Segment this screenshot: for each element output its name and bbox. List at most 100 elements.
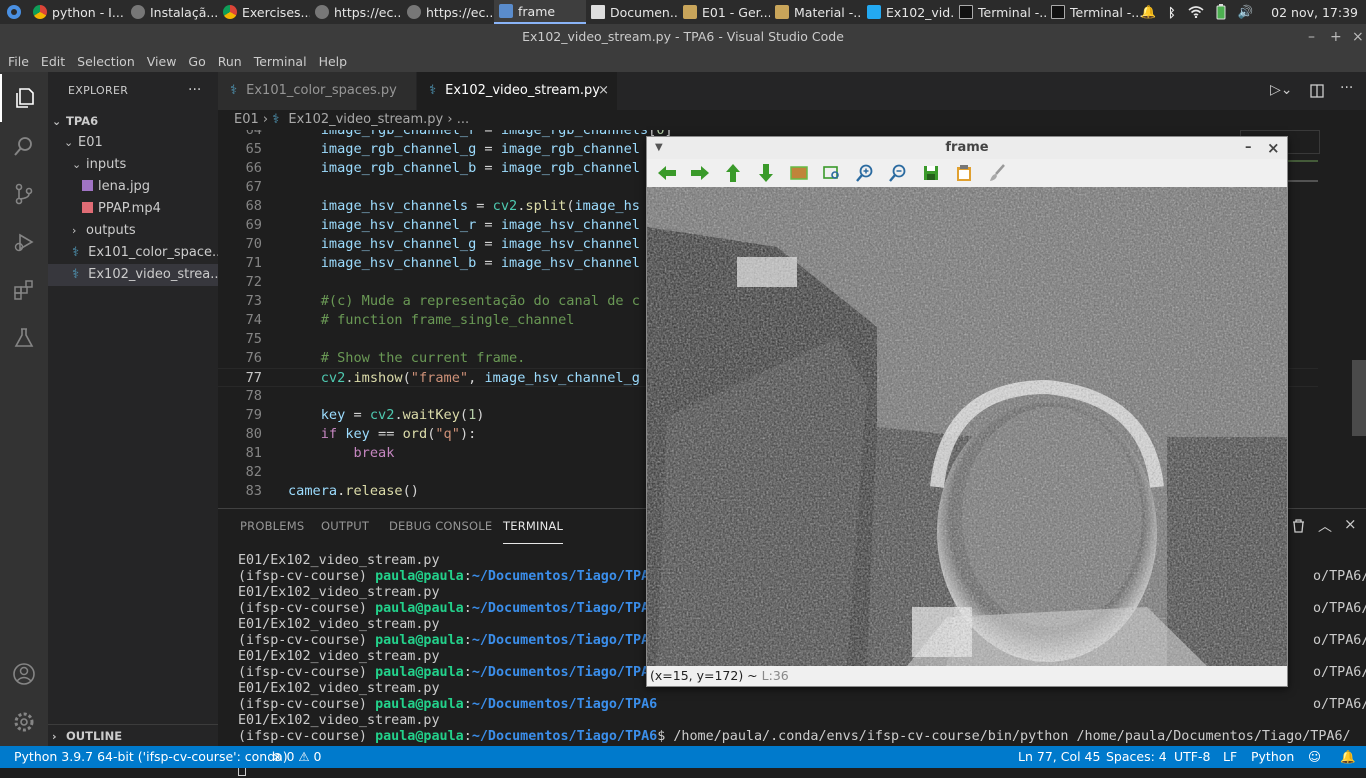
- minimize-icon[interactable]: –: [1245, 137, 1252, 159]
- tree-label: inputs: [86, 157, 127, 172]
- terminal-line: (ifsp-cv-course) paula@paula:~/Documento…: [238, 697, 1366, 712]
- settings-gear-icon[interactable]: [0, 698, 48, 746]
- split-editor-icon[interactable]: [1310, 84, 1324, 98]
- save-icon[interactable]: [919, 161, 943, 185]
- taskbar-item-vscode[interactable]: Ex102_vid...: [862, 0, 954, 24]
- globe-icon: [131, 5, 145, 19]
- taskbar-label: Documen...: [610, 4, 678, 20]
- menu-run[interactable]: Run: [218, 54, 242, 69]
- tab-close-icon[interactable]: ×: [598, 72, 609, 110]
- tree-file-ex102[interactable]: ⚕ Ex102_video_strea...: [48, 264, 218, 286]
- tree-folder-outputs[interactable]: › outputs: [48, 220, 218, 242]
- wifi-icon[interactable]: [1188, 6, 1204, 18]
- tree-file-ppap[interactable]: PPAP.mp4: [48, 198, 218, 220]
- minimize-icon[interactable]: –: [1308, 24, 1315, 50]
- taskbar-item-https-2[interactable]: https://ec...: [402, 0, 494, 24]
- volume-icon[interactable]: 🔊: [1238, 4, 1254, 20]
- python-interpreter[interactable]: Python 3.9.7 64-bit ('ifsp-cv-course': c…: [14, 746, 288, 768]
- maximize-panel-icon[interactable]: ︿: [1318, 516, 1332, 536]
- close-icon[interactable]: ×: [1267, 137, 1280, 159]
- tab-debug-console[interactable]: DEBUG CONSOLE: [389, 509, 492, 544]
- tab-problems[interactable]: PROBLEMS: [240, 509, 304, 544]
- encoding[interactable]: UTF-8: [1174, 746, 1210, 768]
- taskbar-item-https-1[interactable]: https://ec...: [310, 0, 402, 24]
- tab-ex101[interactable]: ⚕ Ex101_color_spaces.py: [218, 72, 416, 110]
- cursor-position[interactable]: Ln 77, Col 45: [1018, 746, 1100, 768]
- outline-section[interactable]: › OUTLINE: [48, 724, 218, 746]
- taskbar-label: https://ec...: [334, 4, 402, 20]
- menu-bar: File Edit Selection View Go Run Terminal…: [0, 50, 1366, 72]
- editor-scrollbar[interactable]: [1352, 360, 1366, 436]
- brush-icon[interactable]: [985, 161, 1009, 185]
- run-python-icon[interactable]: ▷⌄: [1270, 82, 1293, 98]
- menu-view[interactable]: View: [147, 54, 177, 69]
- close-panel-icon[interactable]: ×: [1344, 515, 1357, 533]
- zoom-in-icon[interactable]: [853, 161, 877, 185]
- menu-help[interactable]: Help: [319, 54, 348, 69]
- trash-icon[interactable]: [1292, 519, 1305, 533]
- run-debug-icon[interactable]: [0, 218, 48, 266]
- testing-flask-icon[interactable]: [0, 314, 48, 362]
- window-menu-icon[interactable]: ▼: [655, 137, 663, 159]
- frame-titlebar[interactable]: ▼ frame – ×: [647, 137, 1287, 159]
- zoom-region-icon[interactable]: [820, 161, 844, 185]
- tree-file-ex101[interactable]: ⚕ Ex101_color_space...: [48, 242, 218, 264]
- taskbar-item-exercises[interactable]: Exercises...: [218, 0, 310, 24]
- arrow-down-icon[interactable]: [754, 161, 778, 185]
- breadcrumb-file[interactable]: Ex102_video_stream.py: [288, 112, 443, 127]
- menu-terminal[interactable]: Terminal: [254, 54, 307, 69]
- arrow-right-icon[interactable]: [688, 161, 712, 185]
- os-menu-button[interactable]: [0, 0, 28, 24]
- menu-selection[interactable]: Selection: [77, 54, 135, 69]
- taskbar-item-terminal-1[interactable]: Terminal -...: [954, 0, 1046, 24]
- line-number: 66: [245, 160, 262, 176]
- language-mode[interactable]: Python: [1251, 746, 1294, 768]
- feedback-icon[interactable]: ☺: [1308, 746, 1321, 768]
- taskbar-item-terminal-2[interactable]: Terminal -...: [1046, 0, 1142, 24]
- tree-folder-e01[interactable]: ⌄ E01: [48, 132, 218, 154]
- menu-go[interactable]: Go: [188, 54, 205, 69]
- bell-icon[interactable]: 🔔: [1141, 4, 1157, 20]
- indentation[interactable]: Spaces: 4: [1106, 746, 1167, 768]
- zoom-out-icon[interactable]: [886, 161, 910, 185]
- line-number: 67: [245, 179, 262, 195]
- taskbar-item-material[interactable]: Material -...: [770, 0, 862, 24]
- maximize-icon[interactable]: +: [1330, 24, 1342, 50]
- source-control-icon[interactable]: [0, 170, 48, 218]
- tab-terminal[interactable]: TERMINAL: [503, 509, 564, 544]
- tab-output[interactable]: OUTPUT: [321, 509, 369, 544]
- video-frame-image[interactable]: [647, 187, 1287, 666]
- taskbar-item-frame[interactable]: frame: [494, 0, 586, 24]
- taskbar-label: Ex102_vid...: [886, 4, 954, 20]
- notifications-bell-icon[interactable]: 🔔: [1340, 746, 1356, 768]
- extensions-icon[interactable]: [0, 266, 48, 314]
- taskbar-item-python[interactable]: python - I...: [28, 0, 126, 24]
- tab-ex102[interactable]: ⚕ Ex102_video_stream.py ×: [417, 72, 617, 110]
- line-ending[interactable]: LF: [1223, 746, 1237, 768]
- problems-count[interactable]: ⊗ 0 ⚠ 0: [272, 746, 322, 768]
- properties-clipboard-icon[interactable]: [952, 161, 976, 185]
- search-icon[interactable]: [0, 122, 48, 170]
- breadcrumb-symbol[interactable]: ...: [457, 112, 469, 127]
- zoom-fit-icon[interactable]: [787, 161, 811, 185]
- breadcrumb-folder[interactable]: E01: [234, 112, 259, 127]
- tree-root-tpa6[interactable]: ⌄ TPA6: [48, 110, 218, 132]
- explorer-icon[interactable]: [0, 74, 48, 122]
- arrow-left-icon[interactable]: [655, 161, 679, 185]
- taskbar-item-documents[interactable]: Documen...: [586, 0, 678, 24]
- bluetooth-icon[interactable]: ᛒ: [1168, 5, 1176, 20]
- taskbar-label: python - I...: [52, 4, 124, 20]
- clock[interactable]: 02 nov, 17:39: [1271, 5, 1358, 20]
- menu-edit[interactable]: Edit: [41, 54, 65, 69]
- taskbar-item-instalacao[interactable]: Instalaçã...: [126, 0, 218, 24]
- tree-folder-inputs[interactable]: ⌄ inputs: [48, 154, 218, 176]
- arrow-up-icon[interactable]: [721, 161, 745, 185]
- account-icon[interactable]: [0, 650, 48, 698]
- tree-file-lena[interactable]: lena.jpg: [48, 176, 218, 198]
- editor-more-icon[interactable]: ···: [1340, 80, 1353, 96]
- taskbar-item-e01[interactable]: E01 - Ger...: [678, 0, 770, 24]
- more-actions-icon[interactable]: ···: [188, 82, 201, 98]
- battery-icon[interactable]: [1216, 4, 1226, 20]
- menu-file[interactable]: File: [8, 54, 29, 69]
- close-icon[interactable]: ×: [1352, 24, 1364, 50]
